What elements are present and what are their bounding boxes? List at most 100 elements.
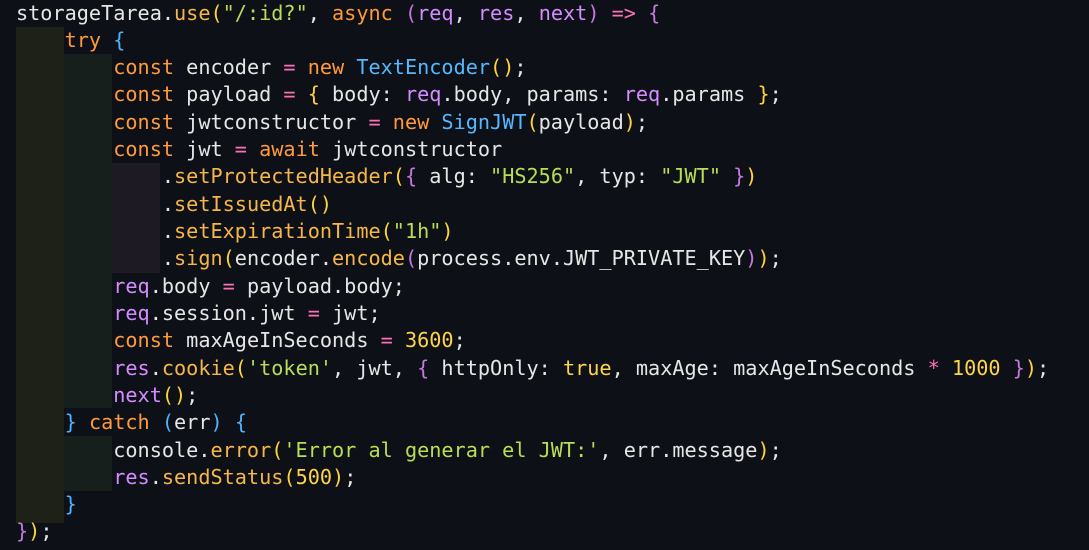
code-line[interactable]: }); xyxy=(16,518,52,545)
code-token: storageTarea xyxy=(16,1,162,25)
code-token: ( xyxy=(404,246,418,270)
code-token: 3600 xyxy=(404,328,454,352)
code-line[interactable]: res.cookie('token', jwt, { httpOnly: tru… xyxy=(16,355,1049,382)
code-token: payload xyxy=(174,82,284,106)
code-token: httpOnly: xyxy=(429,356,563,380)
code-token: . xyxy=(161,219,175,243)
code-token: jwt; xyxy=(319,301,381,325)
code-token: encoder xyxy=(174,55,284,79)
code-token: , maxAge: maxAgeInSeconds xyxy=(611,356,928,380)
code-token: ( xyxy=(404,1,418,25)
code-line[interactable]: const maxAgeInSeconds = 3600; xyxy=(16,327,466,354)
code-token: ) xyxy=(745,164,758,188)
code-token: ; xyxy=(344,465,357,489)
code-token: = xyxy=(368,110,381,134)
code-line[interactable]: console.error('Error al generar el JWT:'… xyxy=(16,437,782,464)
code-line[interactable]: const jwtconstructor = new SignJWT(paylo… xyxy=(16,109,648,136)
code-token: } xyxy=(16,519,29,543)
code-token: jwt xyxy=(174,137,235,161)
code-token: next xyxy=(538,1,588,25)
code-token: , xyxy=(307,1,333,25)
code-token: ; xyxy=(769,438,782,462)
code-line[interactable]: .setProtectedHeader({ alg: "HS256", typ:… xyxy=(16,163,758,190)
code-token: ) xyxy=(28,519,41,543)
code-token: ( xyxy=(283,465,296,489)
code-token: { xyxy=(307,82,320,106)
code-token: "/:id?" xyxy=(222,1,308,25)
code-line[interactable]: .setExpirationTime("1h") xyxy=(16,218,454,245)
code-token: err xyxy=(174,410,211,434)
code-token: const xyxy=(113,55,175,79)
code-token: ; xyxy=(769,82,782,106)
code-token: encode xyxy=(332,246,405,270)
code-line[interactable]: } xyxy=(16,491,77,518)
code-line[interactable]: .setIssuedAt() xyxy=(16,191,332,218)
code-token: () xyxy=(161,383,187,407)
code-line[interactable]: const encoder = new TextEncoder(); xyxy=(16,54,527,81)
code-token: 'token' xyxy=(246,356,333,380)
code-token: ) xyxy=(623,110,636,134)
code-token: req xyxy=(417,1,454,25)
code-token: cookie xyxy=(161,356,235,380)
code-token: ) xyxy=(1024,356,1038,380)
code-token: } xyxy=(733,164,746,188)
code-line[interactable]: try { xyxy=(16,27,126,54)
code-token: body: xyxy=(319,82,405,106)
code-token: next xyxy=(113,383,162,407)
code-token: { xyxy=(113,28,126,52)
code-token: ) xyxy=(210,410,223,434)
code-token: . xyxy=(161,246,175,270)
code-token: const xyxy=(113,82,175,106)
code-token: "JWT" xyxy=(660,164,721,188)
code-token: payload.body; xyxy=(234,274,405,298)
code-token: alg: xyxy=(417,164,491,188)
code-line[interactable]: req.body = payload.body; xyxy=(16,273,405,300)
code-token: = xyxy=(234,137,247,161)
code-line[interactable]: const jwt = await jwtconstructor xyxy=(16,136,502,163)
code-line[interactable]: const payload = { body: req.body, params… xyxy=(16,81,782,108)
code-line[interactable]: storageTarea.use("/:id?", async (req, re… xyxy=(16,0,660,27)
code-token: . xyxy=(149,356,162,380)
code-token: ; xyxy=(1037,356,1050,380)
code-line[interactable]: req.session.jwt = jwt; xyxy=(16,300,381,327)
code-token: use xyxy=(174,1,211,25)
code-token: { xyxy=(234,410,247,434)
code-editor[interactable]: storageTarea.use("/:id?", async (req, re… xyxy=(0,0,1089,550)
code-token: } xyxy=(757,82,770,106)
code-line[interactable]: } catch (err) { xyxy=(16,409,247,436)
code-line[interactable]: res.sendStatus(500); xyxy=(16,464,356,491)
code-token: res xyxy=(477,1,515,25)
code-token: const xyxy=(113,328,175,352)
code-line[interactable]: .sign(encoder.encode(process.env.JWT_PRI… xyxy=(16,245,782,272)
code-line[interactable]: next(); xyxy=(16,382,198,409)
code-token: setExpirationTime xyxy=(174,219,381,243)
code-token: } xyxy=(64,410,77,434)
code-token: { xyxy=(417,356,430,380)
code-token: req xyxy=(113,301,150,325)
code-token: = xyxy=(283,55,296,79)
code-token: true xyxy=(562,356,612,380)
code-token: . xyxy=(161,164,175,188)
code-token: await xyxy=(259,137,320,161)
code-token: , typ: xyxy=(575,164,661,188)
code-token: ; xyxy=(514,55,527,79)
code-token: ) xyxy=(757,438,770,462)
code-token: res xyxy=(113,465,150,489)
code-token: () xyxy=(490,55,515,79)
code-token: setIssuedAt xyxy=(174,192,308,216)
